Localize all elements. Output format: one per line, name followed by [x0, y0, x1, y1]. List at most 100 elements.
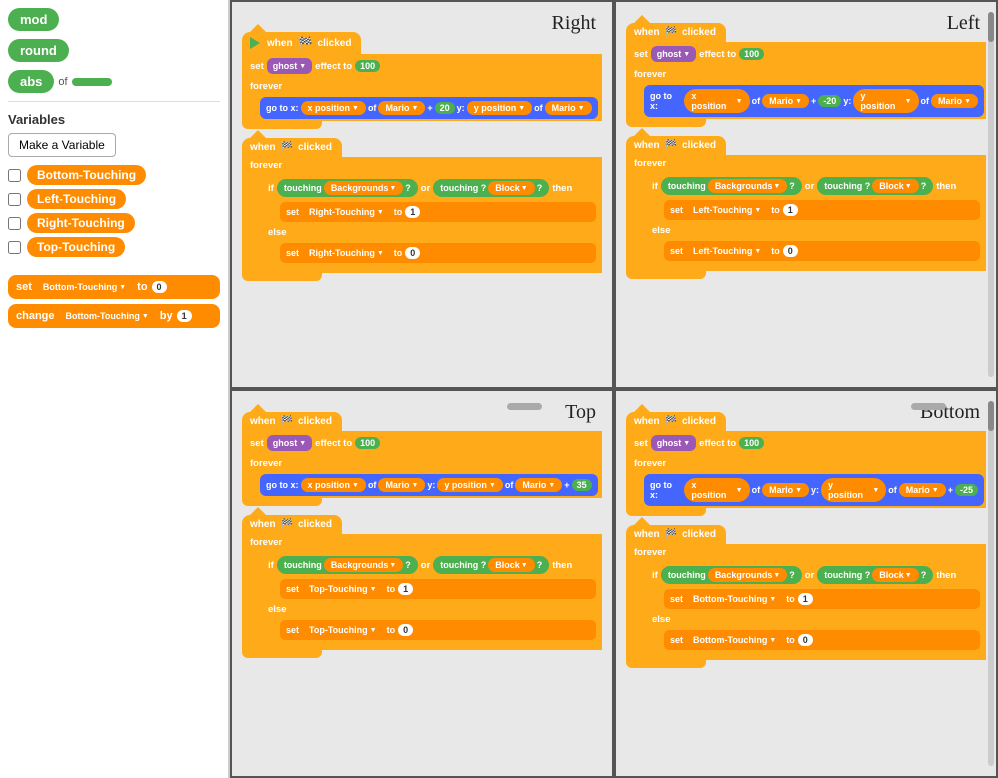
abs-block[interactable]: abs	[8, 70, 54, 93]
variables-section: Variables Make a Variable Bottom-Touchin…	[8, 112, 220, 261]
left-set-false[interactable]: set Left-Touching ▼ to 0	[664, 241, 980, 261]
quadrant-right: Right when 🏁 clicked set ghost ▼ effect …	[230, 0, 614, 389]
left-if-inner: set Left-Touching ▼ to 1	[644, 198, 984, 222]
set-bottom-touching-block[interactable]: set Bottom-Touching ▼ to 0	[8, 275, 220, 299]
right-else-inner: set Right-Touching ▼ to 0	[260, 241, 600, 265]
set-to-label: to	[137, 281, 147, 293]
bottom-forever2: forever	[626, 544, 986, 561]
set-label: set	[16, 281, 32, 293]
bottom-set-true[interactable]: set Bottom-Touching ▼ to 1	[664, 589, 980, 609]
right-if-row[interactable]: if touching Backgrounds ▼ ? or touching …	[260, 176, 600, 200]
quadrant-right-label: Right	[552, 12, 596, 35]
bottom-set-false[interactable]: set Bottom-Touching ▼ to 0	[664, 630, 980, 650]
set-value: 0	[152, 281, 167, 293]
top-else-inner: set Top-Touching ▼ to 0	[260, 618, 600, 642]
left-hat1[interactable]: when 🏁 clicked	[626, 23, 726, 42]
right-forever1-wrap: go to x: x position ▼ of Mario ▼ + 20 y:…	[242, 95, 602, 121]
top-if-row[interactable]: if touching Backgrounds ▼ ? or touching …	[260, 553, 600, 577]
variables-title: Variables	[8, 112, 220, 127]
change-value: 1	[177, 310, 192, 322]
top-set-true[interactable]: set Top-Touching ▼ to 1	[280, 579, 596, 599]
right-if-wrap: if touching Backgrounds ▼ ? or touching …	[242, 174, 602, 273]
bottom-goto1[interactable]: go to x: x position ▼ of Mario ▼ y: y po…	[644, 474, 984, 506]
mario-select-yr1[interactable]: Mario ▼	[545, 101, 592, 115]
left-hat2[interactable]: when 🏁 clicked	[626, 136, 726, 155]
green-flag-icon-r1	[250, 37, 260, 49]
var-checkbox-top-touching[interactable]	[8, 241, 21, 254]
top-forever1: forever	[242, 455, 602, 472]
round-block[interactable]: round	[8, 39, 69, 62]
bottom-group1: when 🏁 clicked set ghost ▼ effect to 100…	[626, 411, 986, 516]
mod-block[interactable]: mod	[8, 8, 59, 31]
quadrant-grid: Right when 🏁 clicked set ghost ▼ effect …	[230, 0, 998, 778]
flag-icon-t2: 🏁	[281, 519, 293, 530]
top-group1: when 🏁 clicked set ghost ▼ effect to 100…	[242, 411, 602, 506]
top-set-effect1[interactable]: set ghost ▼ effect to 100	[242, 431, 602, 455]
xpos-select-r1[interactable]: x position ▼	[301, 101, 366, 115]
bottom-if-row[interactable]: if touching Backgrounds ▼ ? or touching …	[644, 563, 984, 587]
left-forever2: forever	[626, 155, 986, 172]
bottom-else-inner: set Bottom-Touching ▼ to 0	[644, 628, 984, 652]
change-bottom-touching-block[interactable]: change Bottom-Touching ▼ by 1	[8, 304, 220, 328]
right-group1: when 🏁 clicked set ghost ▼ effect to 100…	[242, 32, 602, 129]
var-item-right-touching: Right-Touching	[8, 213, 220, 233]
flag-icon-b2: 🏁	[665, 529, 677, 540]
var-label-top-touching: Top-Touching	[27, 237, 125, 257]
left-forever1-wrap: go to x: x position ▼ of Mario ▼ + -20 y…	[626, 83, 986, 119]
top-goto1[interactable]: go to x: x position ▼ of Mario ▼ y: y po…	[260, 474, 598, 496]
bottom-forever1-wrap: go to x: x position ▼ of Mario ▼ y: y po…	[626, 472, 986, 508]
bottom-hat2[interactable]: when 🏁 clicked	[626, 525, 726, 544]
right-hat1[interactable]: when 🏁 clicked	[242, 32, 361, 54]
var-item-left-touching: Left-Touching	[8, 189, 220, 209]
right-goto1[interactable]: go to x: x position ▼ of Mario ▼ + 20 y:…	[260, 97, 598, 119]
top-set-false[interactable]: set Top-Touching ▼ to 0	[280, 620, 596, 640]
left-group2: when 🏁 clicked forever if touching Backg…	[626, 135, 986, 279]
top-if-wrap: if touching Backgrounds ▼ ? or touching …	[242, 551, 602, 650]
left-if-row[interactable]: if touching Backgrounds ▼ ? or touching …	[644, 174, 984, 198]
var-item-top-touching: Top-Touching	[8, 237, 220, 257]
touching-bg-r[interactable]: touching Backgrounds ▼ ?	[277, 179, 418, 197]
make-variable-button[interactable]: Make a Variable	[8, 133, 116, 157]
touching-block-r[interactable]: touching ? Block ▼ ?	[433, 179, 549, 197]
var-checkbox-left-touching[interactable]	[8, 193, 21, 206]
of-value-block[interactable]	[72, 78, 112, 86]
right-group2: when 🏁 clicked forever if touching Backg…	[242, 137, 602, 281]
left-scrollbar[interactable]	[988, 12, 994, 377]
quadrant-top: Top when 🏁 clicked set ghost ▼ effect to…	[230, 389, 614, 778]
var-label-right-touching: Right-Touching	[27, 213, 135, 233]
left-set-true[interactable]: set Left-Touching ▼ to 1	[664, 200, 980, 220]
flag-icon-t1: 🏁	[281, 416, 293, 427]
bottom-hat1[interactable]: when 🏁 clicked	[626, 412, 726, 431]
top-group2: when 🏁 clicked forever if touching Backg…	[242, 514, 602, 658]
right-hat2[interactable]: when 🏁 clicked	[242, 138, 342, 157]
quadrant-left-label: Left	[947, 12, 980, 35]
mario-select-xr1[interactable]: Mario ▼	[378, 101, 425, 115]
var-checkbox-right-touching[interactable]	[8, 217, 21, 230]
top-hat1[interactable]: when 🏁 clicked	[242, 412, 342, 431]
right-cap2	[242, 273, 322, 281]
right-set-effect1[interactable]: set ghost ▼ effect to 100	[242, 54, 602, 78]
var-checkbox-bottom-touching[interactable]	[8, 169, 21, 182]
ypos-select-r1[interactable]: y position ▼	[467, 101, 532, 115]
right-forever1: forever	[242, 78, 602, 95]
bottom-scrollbar[interactable]	[988, 401, 994, 766]
left-else-row: else	[644, 222, 984, 239]
sidebar-top-blocks: mod round abs of	[8, 8, 220, 102]
top-if-inner: set Top-Touching ▼ to 1	[260, 577, 600, 601]
bottom-if-wrap: if touching Backgrounds ▼ ? or touching …	[626, 561, 986, 660]
right-set-false[interactable]: set Right-Touching ▼ to 0	[280, 243, 596, 263]
right-forever2: forever	[242, 157, 602, 174]
sidebar-bottom-blocks: set Bottom-Touching ▼ to 0 change Bottom…	[8, 275, 220, 328]
flag-icon-r2: 🏁	[281, 142, 293, 153]
bottom-set-effect1[interactable]: set ghost ▼ effect to 100	[626, 431, 986, 455]
var-label-left-touching: Left-Touching	[27, 189, 126, 209]
right-hat1-clicked: clicked	[318, 38, 352, 49]
bottom-forever1: forever	[626, 455, 986, 472]
ghost-select-r1[interactable]: ghost ▼	[267, 58, 312, 74]
right-set-true[interactable]: set Right-Touching ▼ to 1	[280, 202, 596, 222]
top-hat2[interactable]: when 🏁 clicked	[242, 515, 342, 534]
left-set-effect1[interactable]: set ghost ▼ effect to 100	[626, 42, 986, 66]
left-goto1[interactable]: go to x: x position ▼ of Mario ▼ + -20 y…	[644, 85, 984, 117]
change-var-name: Bottom-Touching ▼	[59, 309, 156, 323]
flag-icon-l2: 🏁	[665, 140, 677, 151]
